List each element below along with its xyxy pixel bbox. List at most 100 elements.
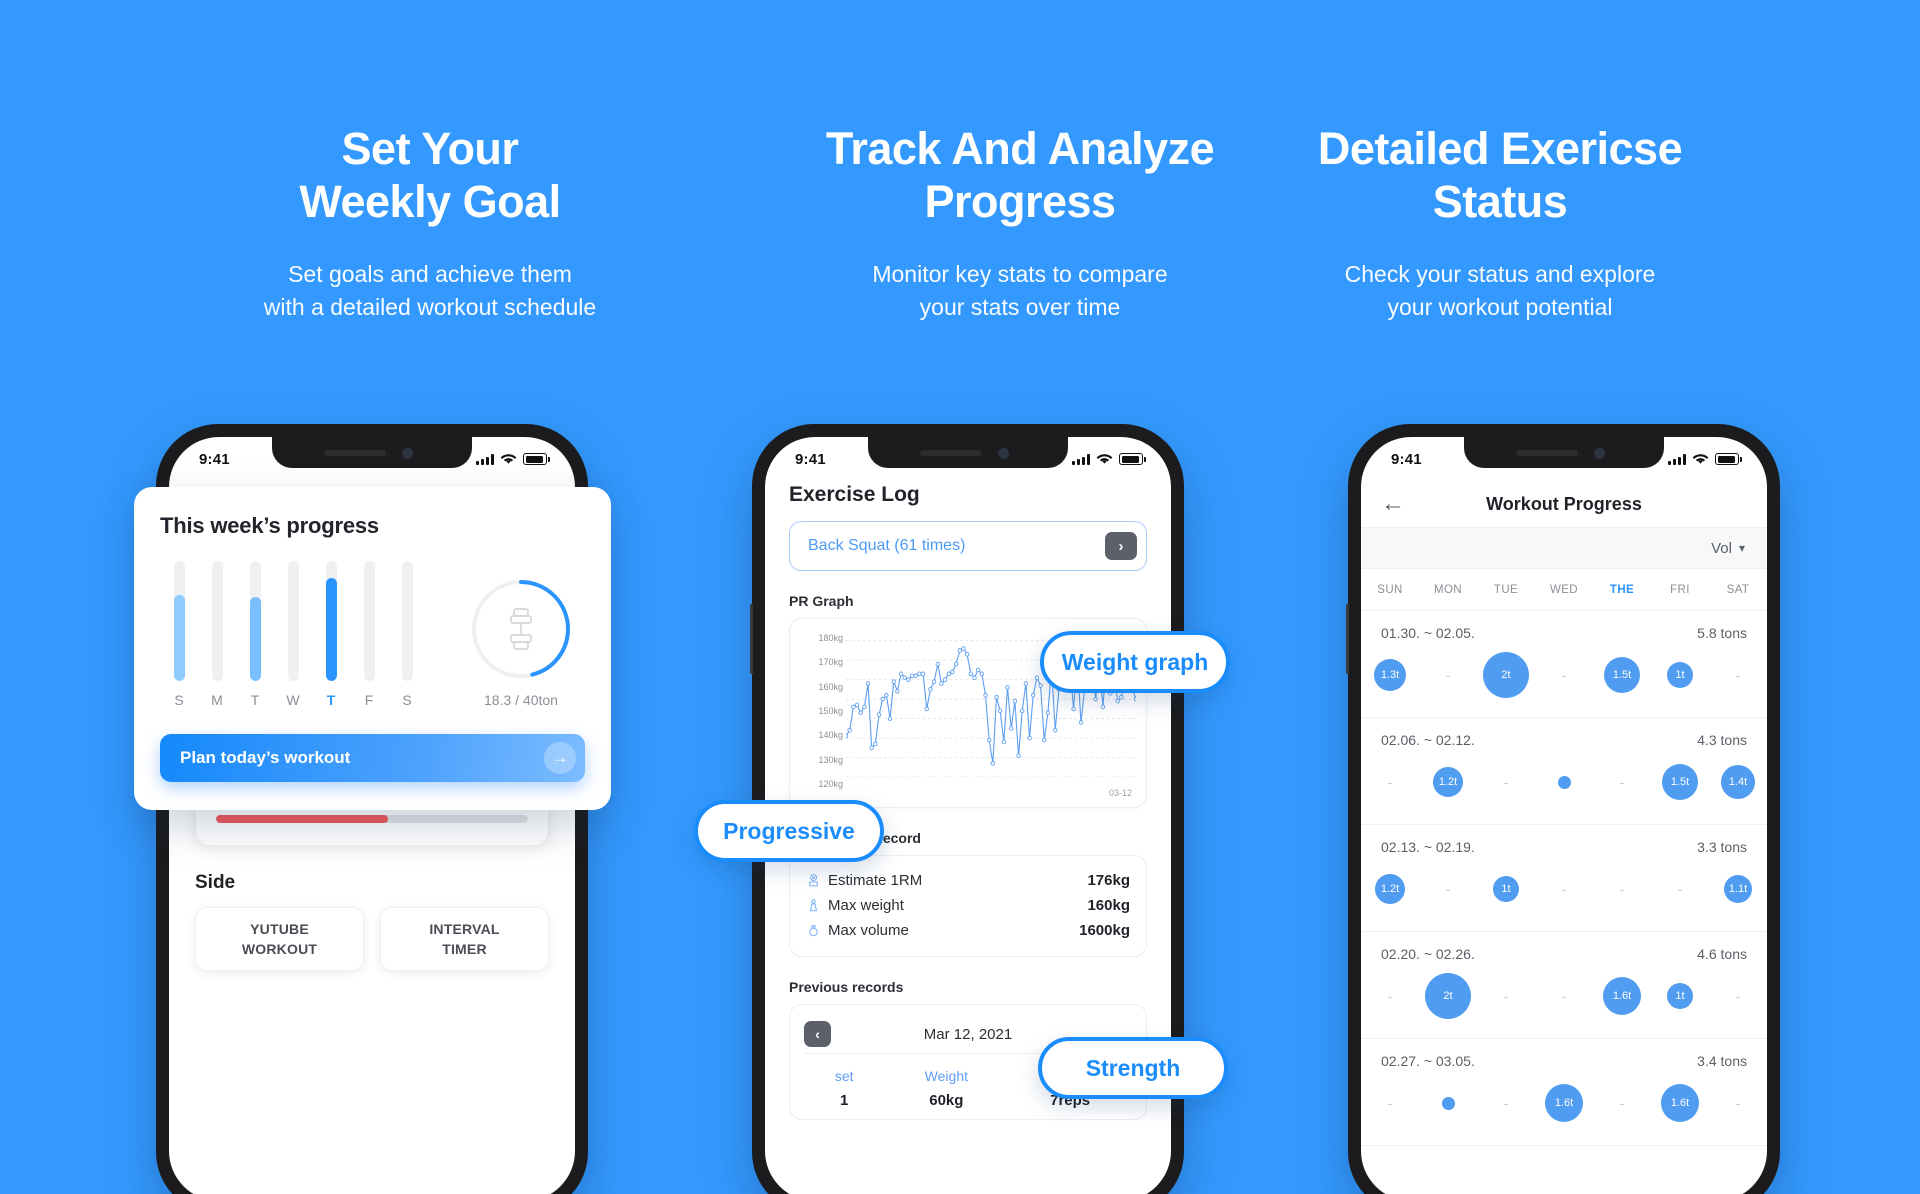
day-cell[interactable]: 1.6t [1535,1084,1593,1122]
plan-today-workout-button[interactable]: Plan today’s workout → [160,734,585,782]
program-progress-bar [216,815,528,823]
chevron-right-icon[interactable]: › [1105,532,1137,560]
empty-dash: - [1387,774,1393,790]
weekday-sat: SAT [1726,583,1750,596]
weekly-bars[interactable]: SMTWTFS [160,561,439,708]
empty-dash: - [1735,1095,1741,1111]
day-cell[interactable]: 1t [1477,876,1535,902]
empty-dash: - [1503,774,1509,790]
empty-dash: - [1561,988,1567,1004]
phone-3-screen: 9:41 ← Workout Progress Vol ▾ SUN MON TU… [1361,437,1767,1194]
volume-bubble: 1.2t [1433,767,1463,797]
weekday-wed: WED [1549,583,1579,596]
record-row-0: Estimate 1RM 176kg [806,868,1130,893]
weekly-ring-group: 18.3 / 40ton [457,577,585,708]
headline-3: Detailed Exericse Status [1317,123,1683,228]
bar-track [211,561,223,681]
data-point [921,672,924,676]
weekly-bar-4[interactable]: T [312,561,350,708]
exercise-selector[interactable]: Back Squat (61 times) › [789,521,1147,571]
record-value: 1600kg [1079,922,1130,939]
week-row-1[interactable]: 02.06. ~ 02.12. 4.3 tons - 1.2t - - 1.5t 1.4t [1361,718,1767,825]
data-point [852,705,855,709]
data-point [947,672,950,676]
bar-track [249,561,261,681]
day-cell[interactable]: 1.5t [1651,764,1709,800]
weekly-bar-5[interactable]: F [350,561,388,708]
youtube-workout-button[interactable]: YUTUBE WORKOUT [195,907,364,971]
weekly-bar-2[interactable]: T [236,561,274,708]
weekday-header-row: SUN MON TUE WED THE FRI SAT [1361,569,1767,611]
data-point [1043,738,1046,742]
week-day-cells: 1.2t - 1t - - - 1.1t [1361,859,1767,919]
pr-graph-y-axis: 180kg 170kg 160kg 150kg 140kg 130kg 120kg [799,633,843,789]
weekly-bar-0[interactable]: S [160,561,198,708]
front-camera-icon [402,448,413,459]
day-cell[interactable]: 1.6t [1651,1084,1709,1122]
week-row-4[interactable]: 02.27. ~ 03.05. 3.4 tons - - 1.6t - 1.6t - [1361,1039,1767,1146]
record-name: Max volume [828,922,909,939]
signal-bars-icon [476,453,494,465]
weekly-bar-3[interactable]: W [274,561,312,708]
week-header: 02.27. ~ 03.05. 3.4 tons [1361,1053,1767,1069]
youtube-workout-line1: YUTUBE [250,920,309,937]
bar-track [287,561,299,681]
day-cell[interactable]: 1.6t [1593,977,1651,1015]
empty-dash: - [1735,988,1741,1004]
y-tick-4: 140kg [818,730,843,741]
interval-timer-button[interactable]: INTERVAL TIMER [380,907,549,971]
volume-bubble: 1.3t [1374,659,1406,691]
day-cell[interactable]: 2t [1477,652,1535,698]
weekday-mon: MON [1433,583,1463,596]
interval-timer-line1: INTERVAL [429,920,500,937]
data-point [846,734,848,738]
previous-records-title: Previous records [789,979,904,995]
data-point [870,746,873,750]
data-point [888,717,891,721]
day-cell[interactable]: 1.2t [1361,874,1419,904]
weekly-bar-1[interactable]: M [198,561,236,708]
empty-dash: - [1677,881,1683,897]
volume-bubble [1557,775,1571,789]
weekly-bar-6[interactable]: S [388,561,426,708]
side-buttons-row: YUTUBE WORKOUT INTERVAL TIMER [195,907,549,971]
data-point [881,697,884,701]
day-cell[interactable]: 1.3t [1361,659,1419,691]
week-row-0[interactable]: 01.30. ~ 02.05. 5.8 tons 1.3t - 2t - 1.5t 1t - [1361,611,1767,718]
data-point [896,689,899,693]
day-cell[interactable]: 1.5t [1593,657,1651,693]
empty-dash: - [1619,1095,1625,1111]
week-day-cells: - 2t - - 1.6t 1t - [1361,966,1767,1026]
day-cell[interactable]: 2t [1419,973,1477,1019]
day-cell[interactable]: 1t [1651,662,1709,688]
week-row-3[interactable]: 02.20. ~ 02.26. 4.6 tons - 2t - - 1.6t 1t - [1361,932,1767,1039]
volume-bubble [1441,1096,1455,1110]
chevron-down-icon: ▾ [1738,541,1745,555]
data-point [1009,726,1012,730]
phone-3-navbar: ← Workout Progress [1361,481,1767,527]
day-cell-empty: - [1535,882,1593,897]
day-cell[interactable]: 1.2t [1419,767,1477,797]
day-cell[interactable]: 1.4t [1709,765,1767,799]
day-cell-empty: - [1361,775,1419,790]
day-cell[interactable] [1419,1096,1477,1110]
week-header: 02.20. ~ 02.26. 4.6 tons [1361,946,1767,962]
data-point [1054,728,1057,732]
day-cell[interactable]: 1.1t [1709,875,1767,903]
column-header-set: set [834,1068,854,1084]
data-point [1013,699,1016,703]
data-point [991,762,994,766]
status-clock: 9:41 [795,450,826,468]
day-cell[interactable]: 1t [1651,983,1709,1009]
empty-dash: - [1619,881,1625,897]
y-tick-2: 160kg [818,681,843,692]
weekly-goal-ring [469,577,573,681]
metric-selector[interactable]: Vol ▾ [1361,527,1767,569]
data-point [1031,693,1034,697]
data-point [932,680,935,684]
data-point [907,678,910,682]
data-point [863,705,866,709]
day-cell[interactable] [1535,775,1593,789]
data-point [899,672,902,676]
week-row-2[interactable]: 02.13. ~ 02.19. 3.3 tons 1.2t - 1t - - - 1.1t [1361,825,1767,932]
